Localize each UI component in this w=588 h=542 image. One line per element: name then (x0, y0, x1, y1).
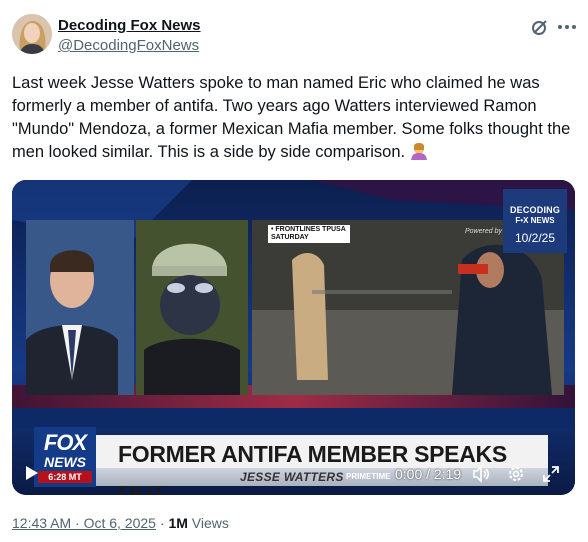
avatar-image (12, 14, 52, 54)
show-name: JESSE WATTERS (240, 470, 344, 484)
play-icon[interactable] (26, 466, 38, 480)
volume-icon[interactable] (472, 465, 490, 483)
meta-separator: · (155, 515, 169, 531)
show-suffix: PRIMETIME (346, 472, 391, 481)
frontlines-label: • FRONTLINES TPUSA SATURDAY (268, 225, 350, 243)
tweet: Decoding Fox News @DecodingFoxNews Last … (0, 0, 588, 542)
tweet-metadata: 12:43 AM · Oct 6, 2025 · 1M Views (12, 514, 229, 532)
watermark-line2: F•X NEWS (515, 216, 555, 225)
powered-by-label: Powered by (465, 228, 502, 235)
logo-clock: 6:28 MT (38, 471, 92, 483)
logo-line2: NEWS (44, 454, 86, 470)
author-block: Decoding Fox News @DecodingFoxNews (58, 16, 201, 56)
person-shrugging-emoji (410, 142, 428, 160)
tweet-text: Last week Jesse Watters spoke to man nam… (12, 72, 580, 164)
grok-icon[interactable] (530, 17, 550, 37)
views-count: 1M (168, 515, 188, 531)
avatar[interactable] (12, 14, 52, 54)
gear-icon[interactable] (507, 465, 525, 483)
watermark-line1: DECODING (509, 205, 561, 215)
fox-news-logo: FOX NEWS 6:28 MT (34, 427, 96, 487)
expand-icon[interactable] (543, 466, 559, 482)
watermark-date: 10/2/25 (514, 231, 556, 245)
video-player[interactable]: DECODING F•X NEWS 10/2/25 • FRONTLINES T… (12, 180, 575, 495)
timestamp[interactable]: 12:43 AM · Oct 6, 2025 (12, 515, 156, 531)
time-display: 0:00 / 2:19 (395, 466, 462, 482)
views-label: Views (187, 515, 229, 531)
more-icon[interactable] (556, 16, 578, 38)
handle[interactable]: @DecodingFoxNews (58, 36, 201, 56)
logo-line1: FOX (43, 430, 87, 455)
tweet-body: Last week Jesse Watters spoke to man nam… (12, 74, 571, 161)
display-name[interactable]: Decoding Fox News (58, 16, 201, 36)
decoding-fox-news-watermark: DECODING F•X NEWS 10/2/25 (503, 189, 567, 253)
